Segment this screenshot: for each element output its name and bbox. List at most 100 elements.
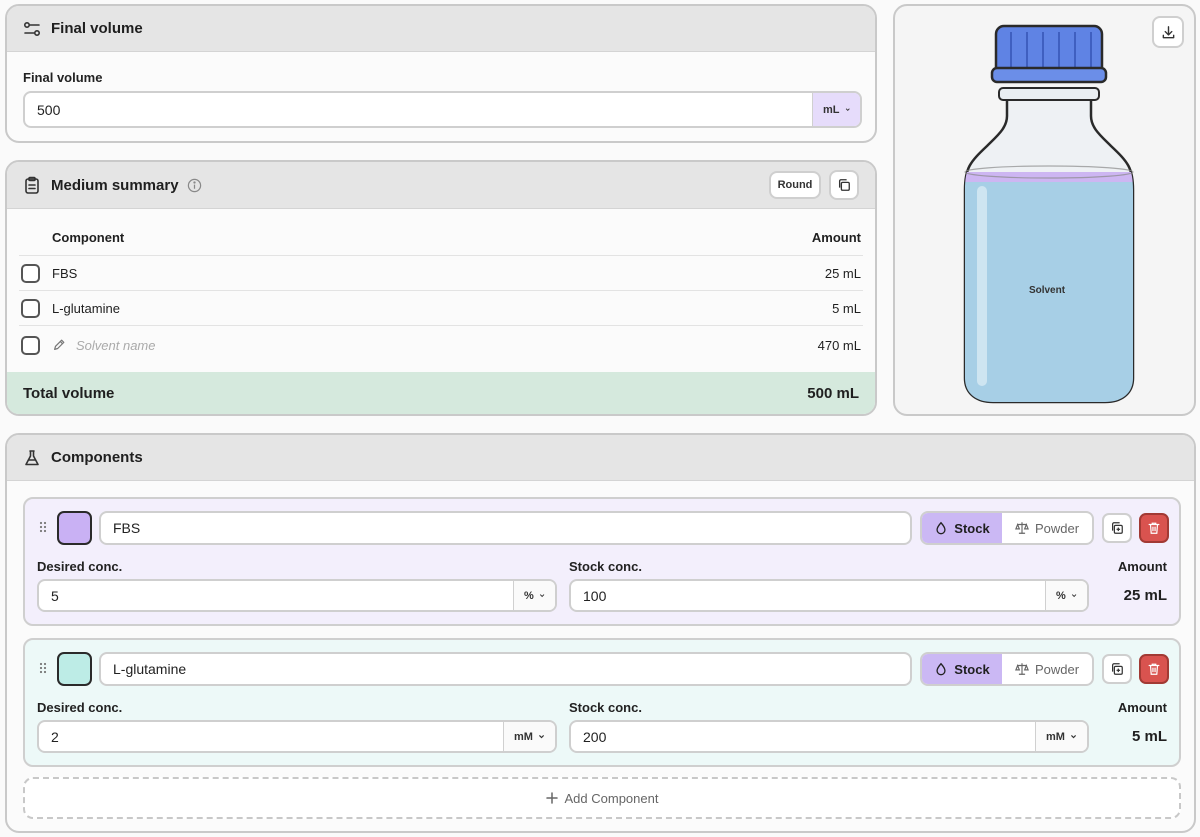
stock-unit: mM bbox=[1046, 730, 1065, 743]
stock-mode-button[interactable]: Stock bbox=[922, 654, 1002, 684]
mode-toggle: Stock Powder bbox=[920, 511, 1094, 545]
medium-summary-card: Medium summary Round Component Amount FB… bbox=[5, 160, 877, 416]
drag-handle-icon[interactable] bbox=[39, 521, 47, 533]
component-column-header: Component bbox=[52, 230, 125, 245]
stock-conc-label: Stock conc. bbox=[569, 700, 642, 715]
stock-unit: % bbox=[1056, 589, 1066, 602]
solvent-amount: 470 mL bbox=[817, 337, 861, 353]
desired-conc-input[interactable] bbox=[39, 581, 513, 610]
stock-conc-input[interactable] bbox=[571, 722, 1035, 751]
clipboard-icon bbox=[23, 176, 41, 194]
desired-unit-select[interactable]: % bbox=[513, 581, 555, 610]
components-card: Components Stock Powder Desired conc. bbox=[5, 433, 1196, 833]
sliders-icon bbox=[23, 20, 41, 38]
scale-icon bbox=[1014, 522, 1029, 534]
powder-label: Powder bbox=[1034, 661, 1080, 677]
component-name-input[interactable] bbox=[101, 654, 910, 684]
bottle-preview-card: Solvent bbox=[893, 4, 1196, 416]
stock-band bbox=[965, 172, 1133, 182]
stock-label: Stock bbox=[954, 520, 990, 536]
duplicate-component-button[interactable] bbox=[1102, 513, 1132, 543]
desired-conc-label: Desired conc. bbox=[37, 559, 123, 574]
droplet-icon bbox=[936, 662, 946, 676]
stock-conc-field: % bbox=[569, 579, 1089, 612]
stock-unit-select[interactable]: mM bbox=[1035, 722, 1087, 751]
row-component-name: L-glutamine bbox=[52, 300, 120, 316]
chevron-down-icon bbox=[1070, 735, 1076, 739]
round-button[interactable]: Round bbox=[769, 171, 821, 199]
row-amount: 5 mL bbox=[832, 300, 861, 316]
components-title: Components bbox=[51, 449, 143, 466]
delete-component-button[interactable] bbox=[1139, 513, 1169, 543]
powder-mode-button[interactable]: Powder bbox=[1002, 513, 1092, 543]
bottle-illustration: Solvent bbox=[963, 24, 1135, 404]
color-swatch[interactable] bbox=[57, 652, 92, 686]
download-button[interactable] bbox=[1152, 16, 1184, 48]
row-checkbox[interactable] bbox=[21, 263, 40, 283]
final-volume-unit: mL bbox=[823, 103, 840, 116]
stock-conc-input[interactable] bbox=[571, 581, 1045, 610]
summary-header-row: Component Amount bbox=[19, 220, 863, 256]
final-volume-unit-select[interactable]: mL bbox=[812, 93, 860, 126]
final-volume-card: Final volume Final volume mL bbox=[5, 4, 877, 143]
chevron-down-icon bbox=[538, 735, 544, 739]
chevron-down-icon bbox=[539, 594, 545, 598]
desired-unit: mM bbox=[514, 730, 533, 743]
chevron-down-icon bbox=[1071, 594, 1077, 598]
color-swatch[interactable] bbox=[57, 511, 92, 545]
table-row: L-glutamine 5 mL bbox=[19, 291, 863, 326]
download-icon bbox=[1162, 25, 1174, 38]
final-volume-title: Final volume bbox=[51, 20, 143, 37]
desired-unit-select[interactable]: mM bbox=[503, 722, 555, 751]
trash-icon bbox=[1148, 663, 1160, 675]
stock-label: Stock bbox=[954, 661, 990, 677]
final-volume-header: Final volume bbox=[7, 6, 875, 52]
trash-icon bbox=[1148, 522, 1160, 534]
amount-value: 25 mL bbox=[1123, 587, 1167, 604]
amount-label: Amount bbox=[1117, 559, 1167, 574]
copy-summary-button[interactable] bbox=[829, 170, 859, 200]
stock-unit-select[interactable]: % bbox=[1045, 581, 1087, 610]
solvent-name-input[interactable]: Solvent name bbox=[76, 338, 743, 353]
final-volume-field: mL bbox=[23, 91, 862, 128]
component-card-l-glutamine: Stock Powder Desired conc. mM Stock conc… bbox=[23, 638, 1181, 767]
duplicate-component-button[interactable] bbox=[1102, 654, 1132, 684]
drag-handle-icon[interactable] bbox=[39, 662, 47, 674]
delete-component-button[interactable] bbox=[1139, 654, 1169, 684]
final-volume-input[interactable] bbox=[25, 93, 812, 126]
medium-summary-title: Medium summary bbox=[51, 176, 179, 194]
powder-mode-button[interactable]: Powder bbox=[1002, 654, 1092, 684]
desired-unit: % bbox=[524, 589, 534, 602]
components-header: Components bbox=[7, 435, 1194, 481]
table-row: FBS 25 mL bbox=[19, 256, 863, 291]
plus-icon bbox=[545, 792, 558, 804]
liquid-label: Solvent bbox=[1029, 285, 1066, 296]
add-component-button[interactable]: Add Component bbox=[23, 777, 1181, 819]
total-volume-bar: Total volume 500 mL bbox=[7, 372, 875, 414]
add-component-label: Add Component bbox=[564, 790, 659, 806]
scale-icon bbox=[1014, 663, 1029, 675]
desired-conc-input[interactable] bbox=[39, 722, 503, 751]
stock-conc-field: mM bbox=[569, 720, 1089, 753]
final-volume-label: Final volume bbox=[23, 70, 103, 85]
row-checkbox[interactable] bbox=[21, 335, 40, 355]
desired-conc-field: mM bbox=[37, 720, 557, 753]
component-name-field bbox=[99, 652, 912, 686]
solvent-row: Solvent name 470 mL bbox=[19, 326, 863, 364]
info-icon[interactable] bbox=[187, 178, 202, 193]
total-volume-value: 500 mL bbox=[807, 384, 859, 402]
component-card-fbs: Stock Powder Desired conc. % Stock conc. bbox=[23, 497, 1181, 626]
stock-mode-button[interactable]: Stock bbox=[922, 513, 1002, 543]
component-name-input[interactable] bbox=[101, 513, 910, 543]
powder-label: Powder bbox=[1034, 520, 1080, 536]
row-amount: 25 mL bbox=[824, 265, 861, 281]
droplet-icon bbox=[936, 521, 946, 535]
summary-table: Component Amount FBS 25 mL L-glutamine 5… bbox=[19, 220, 863, 364]
amount-value: 5 mL bbox=[1131, 728, 1167, 745]
amount-label: Amount bbox=[1117, 700, 1167, 715]
total-volume-label: Total volume bbox=[23, 384, 115, 402]
row-checkbox[interactable] bbox=[21, 298, 40, 318]
pencil-icon[interactable] bbox=[52, 338, 66, 352]
copy-icon bbox=[838, 179, 850, 191]
chevron-down-icon bbox=[845, 108, 850, 111]
